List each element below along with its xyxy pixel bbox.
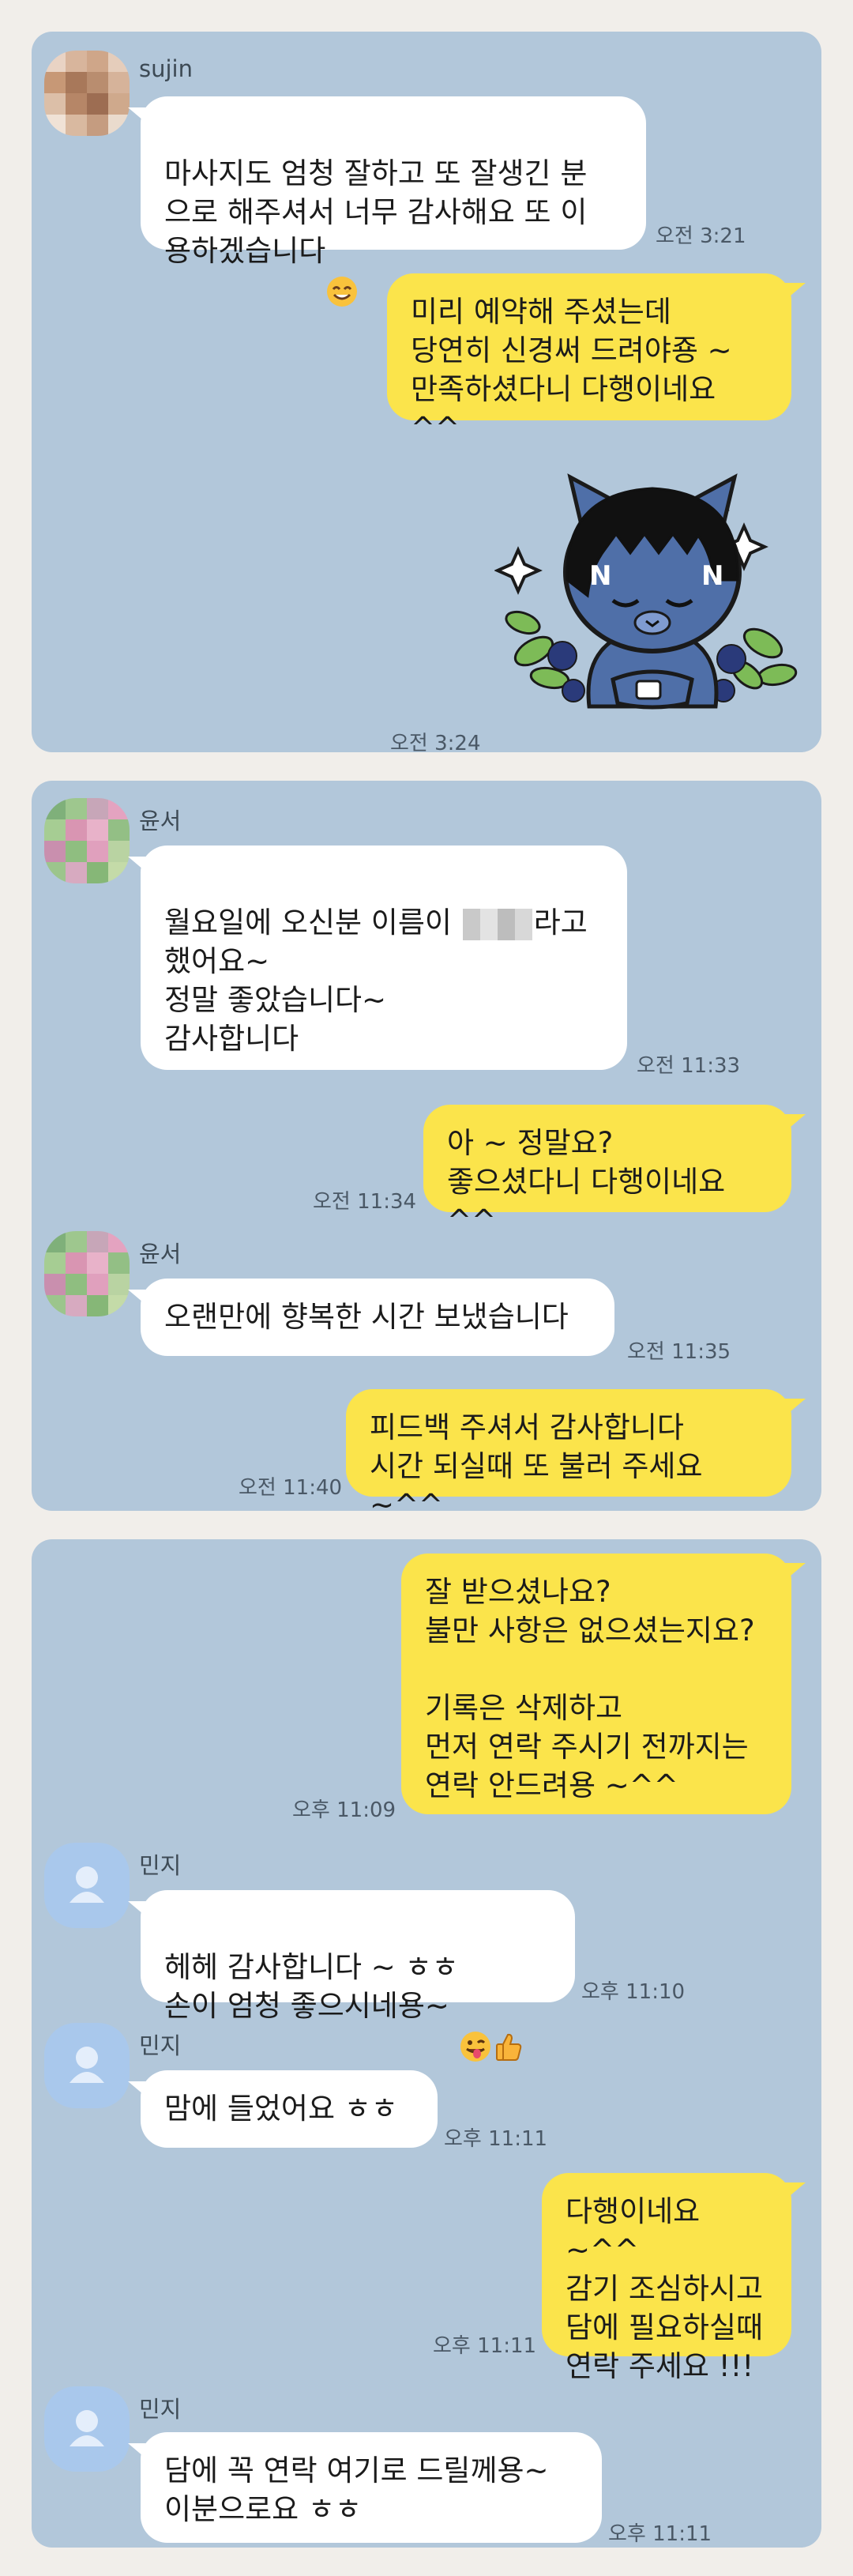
smiling-face-emoji-icon [325,236,359,307]
minji-avatar[interactable] [44,2023,130,2108]
message-time: 오후 11:10 [581,1980,686,2004]
sujin-avatar[interactable] [44,51,130,136]
bubble-tail [128,107,148,125]
minji-avatar[interactable] [44,1843,130,1928]
yunseo-avatar[interactable] [44,798,130,883]
sender-name: 민지 [139,1852,182,1879]
sender-name: 민지 [139,2396,182,2423]
winking-tongue-emoji-icon [459,1991,492,2062]
incoming-message[interactable]: 맘에 들었어요 ㅎㅎ [141,2070,438,2148]
bubble-tail [128,1290,148,1307]
bubble-tail [128,2443,148,2461]
bubble-tail [785,1563,806,1580]
sender-name: 윤서 [139,808,182,834]
sleepy-character-sticker-icon[interactable]: N N [494,454,810,714]
sender-name: 윤서 [139,1241,182,1267]
outgoing-message[interactable]: 다행이네요 ~^^ 감기 조심하시고 담에 필요하실때 연락 주세요 !!! [542,2173,791,2383]
sender-name: sujin [139,55,193,82]
message-text-part-1: 월요일에 오신분 이름이 [164,906,461,940]
blurred-name [462,908,532,940]
chat-panel-3: 잘 받으셨나요? 불만 사항은 없으셨는지요? 기록은 삭제하고 먼저 연락 주… [32,1539,821,2548]
incoming-message[interactable]: 헤헤 감사합니다 ~ ㅎㅎ 손이 엄청 좋으시네용~ [141,1890,575,2062]
outgoing-message[interactable]: 잘 받으셨나요? 불만 사항은 없으셨는지요? 기록은 삭제하고 먼저 연락 주… [401,1554,791,1814]
outgoing-message[interactable]: 아 ~ 정말요? 좋으셨다니 다행이네요 ^^ [423,1105,791,1237]
incoming-message[interactable]: 오랜만에 향복한 시간 보냈습니다 [141,1279,614,1356]
person-icon [70,1866,104,1903]
minji-avatar[interactable] [44,2386,130,2472]
message-text: 마사지도 엄청 잘하고 또 잘생긴 분 으로 해주셔서 너무 감사해요 또 이 … [164,156,588,268]
outgoing-message[interactable]: 미리 예약해 주셨는데 당연히 신경써 드려야죵 ~ 만족하셨다니 다행이네요 … [387,273,791,445]
message-time: 오후 11:11 [608,2522,712,2546]
message-time: 오전 11:40 [239,1476,343,1500]
thumbs-up-emoji-icon [492,1991,525,2061]
sender-name: 민지 [139,2032,182,2059]
message-time: 오후 11:11 [444,2127,548,2151]
bubble-tail [128,2081,148,2099]
svg-text:N: N [589,560,611,592]
chat-panel-2: 윤서 월요일에 오신분 이름이 라고 했어요~ 정말 좋았습니다~ 감사합니다 … [32,781,821,1522]
outgoing-message[interactable]: 피드백 주셔서 감사합니다 시간 되실때 또 불러 주세요 ~^^ [346,1389,791,1522]
bubble-tail [785,2182,806,2200]
yunseo-avatar[interactable] [44,1231,130,1316]
bubble-tail [785,1399,806,1416]
message-time: 오후 11:11 [433,2334,537,2358]
message-time: 오전 11:33 [637,1054,741,1078]
message-time: 오전 11:35 [627,1340,731,1364]
message-time: 오전 11:34 [313,1190,417,1214]
message-text: 헤헤 감사합니다 ~ ㅎㅎ 손이 엄청 좋으시네용~ [164,1950,459,2023]
bubble-tail [128,857,148,874]
bubble-tail [785,1114,806,1132]
message-time: 오후 11:09 [292,1798,396,1822]
incoming-message[interactable]: 월요일에 오신분 이름이 라고 했어요~ 정말 좋았습니다~ 감사합니다 [141,845,627,1070]
person-icon [70,2047,104,2083]
chat-panel-1: sujin 마사지도 엄청 잘하고 또 잘생긴 분 으로 해주셔서 너무 감사해… [32,32,821,755]
person-icon [70,2410,104,2446]
bubble-tail [128,1901,148,1919]
incoming-message[interactable]: 마사지도 엄청 잘하고 또 잘생긴 분 으로 해주셔서 너무 감사해요 또 이 … [141,96,646,307]
svg-text:N: N [701,560,723,592]
message-time: 오전 3:21 [656,224,746,248]
incoming-message[interactable]: 담에 꼭 연락 여기로 드릴께용~ 이분으로요 ㅎㅎ [141,2432,602,2543]
sticker-time: 오전 3:24 [390,732,481,755]
